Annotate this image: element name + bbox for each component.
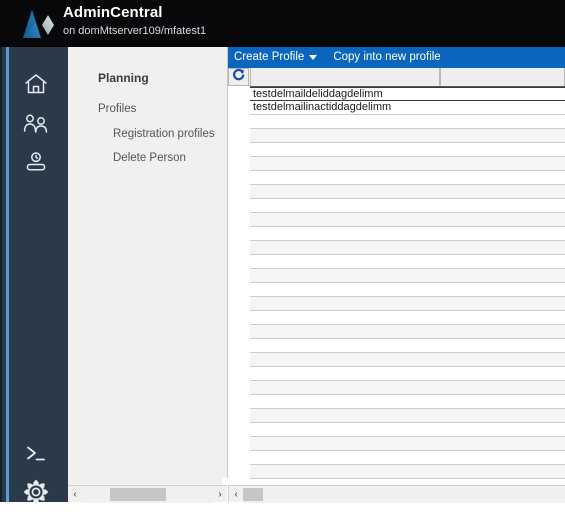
table-row[interactable] <box>250 185 565 199</box>
navigation-panel: Planning Profiles Registration profiles … <box>68 47 228 485</box>
create-profile-label: Create Profile <box>234 51 305 63</box>
home-icon <box>24 73 48 95</box>
table-row[interactable] <box>250 367 565 381</box>
table-row[interactable] <box>250 241 565 255</box>
create-profile-button[interactable]: Create Profile <box>234 47 318 68</box>
table-row[interactable]: testdelmailinactiddagdelimm <box>250 101 565 115</box>
copy-into-new-profile-button[interactable]: Copy into new profile <box>333 47 440 68</box>
users-icon <box>23 113 49 133</box>
table-scroll-thumb[interactable] <box>243 487 263 501</box>
table-row[interactable] <box>250 451 565 465</box>
scroll-right-arrow-icon[interactable]: › <box>213 486 227 503</box>
table-row[interactable] <box>250 465 565 479</box>
refresh-button[interactable] <box>228 68 249 86</box>
adobe-triangle-logo-icon <box>12 8 58 40</box>
app-header: AdminCentral on domMtserver109/mfatest1 <box>0 0 565 47</box>
nav-horizontal-scrollbar[interactable]: ‹ › <box>68 485 227 503</box>
brand-text-block: AdminCentral on domMtserver109/mfatest1 <box>63 3 206 38</box>
table-scroll-track[interactable] <box>243 485 565 503</box>
nav-scroll-thumb[interactable] <box>110 487 166 501</box>
left-icon-rail <box>0 47 70 505</box>
refresh-icon <box>232 68 245 86</box>
table-cell-profile-name: testdelmailinactiddagdelimm <box>253 101 392 113</box>
column-header-cell-2[interactable] <box>440 68 565 86</box>
column-header-cell-1[interactable] <box>250 68 440 86</box>
action-toolbar: Create Profile Copy into new profile <box>228 47 565 68</box>
rail-item-users[interactable] <box>2 103 70 143</box>
table-row[interactable] <box>250 311 565 325</box>
nav-item-delete-person[interactable]: Delete Person <box>113 152 186 164</box>
table-row[interactable] <box>250 325 565 339</box>
nav-item-registration-profiles[interactable]: Registration profiles <box>113 128 215 140</box>
table-row[interactable] <box>250 409 565 423</box>
table-row[interactable] <box>250 283 565 297</box>
nav-scroll-track[interactable] <box>82 485 213 503</box>
table-row[interactable] <box>250 353 565 367</box>
gear-icon <box>23 479 49 505</box>
table-horizontal-scrollbar[interactable]: ‹ <box>228 485 565 503</box>
table-row[interactable] <box>250 143 565 157</box>
content-pane: Create Profile Copy into new profile tes… <box>228 47 565 485</box>
table-row[interactable] <box>250 339 565 353</box>
table-row[interactable] <box>250 129 565 143</box>
table-row[interactable] <box>250 213 565 227</box>
nav-heading-planning: Planning <box>98 71 149 85</box>
rail-item-person[interactable] <box>2 142 70 182</box>
table-row[interactable] <box>250 227 565 241</box>
pane-gap-filler <box>222 478 228 485</box>
table-row[interactable] <box>250 437 565 451</box>
table-row[interactable] <box>250 171 565 185</box>
terminal-icon <box>24 443 48 463</box>
app-title: AdminCentral <box>63 4 163 21</box>
table-scroll-left-arrow-icon[interactable]: ‹ <box>229 486 243 503</box>
app-subtitle: on domMtserver109/mfatest1 <box>63 25 207 37</box>
application-window: AdminCentral on domMtserver109/mfatest1 <box>0 0 565 505</box>
table-column-header <box>228 68 565 86</box>
table-row[interactable] <box>250 115 565 129</box>
table-row[interactable] <box>250 199 565 213</box>
table-cell-profile-name: testdelmaildeliddagdelimm <box>253 88 383 100</box>
table-body: testdelmaildeliddagdelimm testdelmailinac… <box>250 86 565 485</box>
table-row[interactable] <box>250 381 565 395</box>
rail-item-home[interactable] <box>2 64 70 104</box>
nav-item-profiles[interactable]: Profiles <box>98 103 136 115</box>
rail-item-settings[interactable] <box>2 472 70 512</box>
scroll-left-arrow-icon[interactable]: ‹ <box>68 486 82 503</box>
table-row[interactable]: testdelmaildeliddagdelimm <box>250 87 565 101</box>
chevron-down-icon <box>309 55 318 60</box>
person-badge-icon <box>24 151 48 173</box>
table-row[interactable] <box>250 395 565 409</box>
table-row[interactable] <box>250 423 565 437</box>
table-row[interactable] <box>250 157 565 171</box>
table-row[interactable] <box>250 297 565 311</box>
table-row[interactable] <box>250 255 565 269</box>
rail-item-terminal[interactable] <box>2 433 70 473</box>
table-row[interactable] <box>250 269 565 283</box>
